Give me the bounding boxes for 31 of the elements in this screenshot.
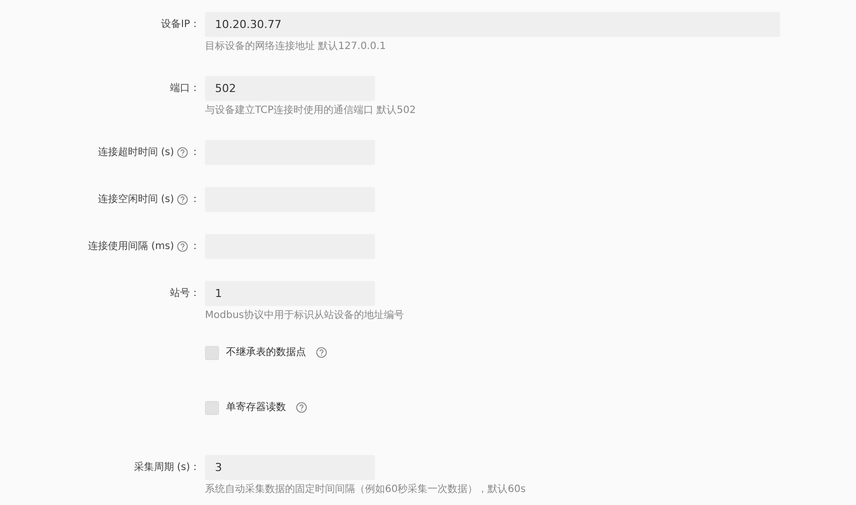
field-label: 设备IP [161, 18, 190, 32]
hint-text: 目标设备的网络连接地址 默认127.0.0.1 [205, 40, 387, 54]
input-field[interactable]: 3 [205, 455, 375, 480]
colon: ： [190, 287, 200, 301]
help-icon[interactable] [177, 241, 188, 252]
help-icon[interactable] [177, 147, 188, 158]
help-icon[interactable] [177, 194, 188, 205]
hint-text: Modbus协议中用于标识从站设备的地址编号 [205, 309, 404, 323]
input-field[interactable]: 1 [205, 281, 375, 306]
colon: ： [190, 18, 200, 32]
field-label: 连接使用间隔 (ms) [88, 240, 174, 254]
field-label: 端口 [170, 82, 190, 96]
field-label: 连接空闲时间 (s) [98, 192, 174, 207]
input-field[interactable]: 10.20.30.77 [205, 12, 780, 37]
field-label: 站号 [170, 286, 190, 301]
hint-text: 系统自动采集数据的固定时间间隔（例如60秒采集一次数据），默认60s [205, 483, 526, 497]
field-label: 连接超时时间 (s) [98, 146, 174, 160]
checkbox-label: 不继承表的数据点 [226, 346, 306, 360]
help-icon[interactable] [316, 347, 327, 358]
help-icon[interactable] [296, 402, 307, 413]
checkbox-label: 单寄存器读数 [226, 400, 286, 415]
field-label: 采集周期 (s) [134, 460, 190, 475]
colon: ： [190, 82, 200, 96]
colon: ： [190, 461, 200, 475]
colon: ： [190, 193, 200, 207]
checkbox[interactable] [205, 400, 219, 414]
checkbox[interactable] [205, 346, 219, 360]
colon: ： [190, 146, 200, 160]
colon: ： [190, 240, 200, 254]
input-field[interactable]: 502 [205, 76, 375, 101]
hint-text: 与设备建立TCP连接时使用的通信端口 默认502 [205, 104, 416, 118]
